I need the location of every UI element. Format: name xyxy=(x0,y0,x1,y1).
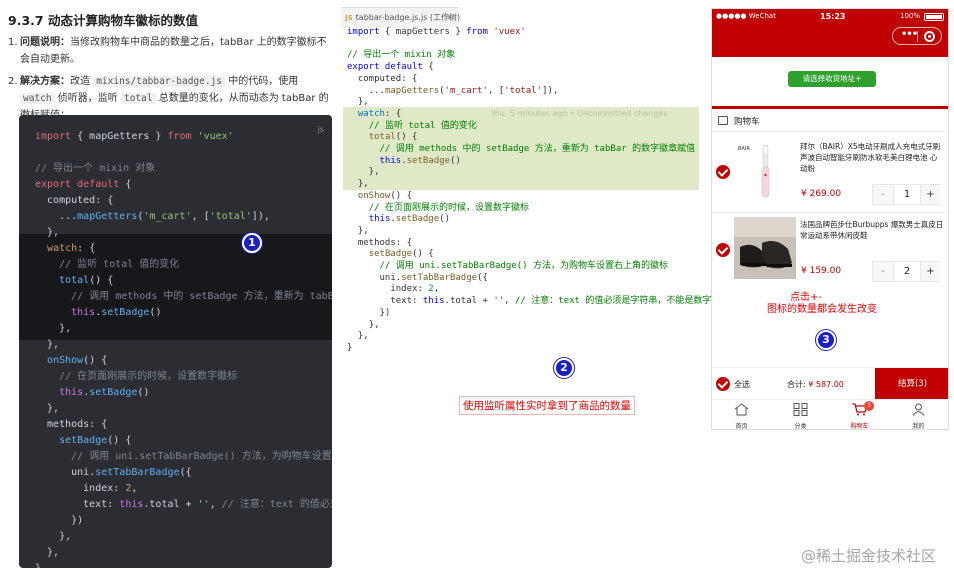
toothbrush-image: BAIR xyxy=(734,139,796,201)
decrease-button[interactable]: - xyxy=(873,262,893,281)
status-carrier: ●●●●● WeChat xyxy=(716,12,776,20)
phone-preview: ●●●●● WeChat 15:23 100% ••• 请选择收货地址+ 购物车… xyxy=(711,8,949,430)
tab-cart[interactable]: 3 购物车 xyxy=(830,400,889,430)
status-battery-text: 100% xyxy=(899,12,920,20)
tab-home[interactable]: 首页 xyxy=(712,400,771,430)
tab-label: 购物车 xyxy=(850,423,869,430)
item-name[interactable]: 拜尔（BAIR）X5电动牙刷成人充电式牙刷声波自动智能牙刷防水软毛美白锂电池 心… xyxy=(800,141,944,174)
select-all-checkbox[interactable] xyxy=(716,377,730,391)
list-number: 2. xyxy=(8,76,18,87)
js-file-icon: JS xyxy=(345,14,353,22)
item-checkbox[interactable] xyxy=(716,243,730,257)
tab-label: 首页 xyxy=(735,423,748,430)
settle-bar: 全选 合计: ¥ 587.00 结算(3) xyxy=(712,367,948,400)
doc-code-block: js import { mapGetters } from 'vuex' // … xyxy=(19,115,332,568)
select-address-button[interactable]: 请选择收货地址+ xyxy=(788,71,876,87)
item-name[interactable]: 法国品牌芭步仕Burbupps 爆款男士真皮日常运动系带休闲皮鞋 xyxy=(800,219,944,241)
editor-tab[interactable]: JS tabbar-badge.js.js (工作树) ✕ xyxy=(341,7,461,28)
annotation-note-watch: 使用监听属性实时拿到了商品的数量 xyxy=(459,396,635,415)
address-divider xyxy=(712,106,948,109)
decrease-button[interactable]: - xyxy=(873,185,893,204)
shop-icon xyxy=(718,116,728,125)
quantity-stepper: - 1 + xyxy=(872,184,940,205)
watermark: @稀土掘金技术社区 xyxy=(800,547,936,565)
quantity-stepper: - 2 + xyxy=(872,261,940,282)
editor-code-text: import { mapGetters } from 'vuex' // 导出一… xyxy=(347,27,712,353)
step-marker-2: 2 xyxy=(554,358,574,378)
code-editor: JS tabbar-badge.js.js (工作树) ✕ You, 5 minu… xyxy=(341,0,711,584)
more-icon[interactable]: ••• xyxy=(901,29,918,40)
cart-badge: 3 xyxy=(864,401,874,411)
tab-label: 分类 xyxy=(794,423,807,430)
increase-button[interactable]: + xyxy=(921,185,940,204)
quantity-value[interactable]: 2 xyxy=(893,262,921,281)
editor-tab-label: tabbar-badge.js.js (工作树) xyxy=(355,13,461,22)
cart-title: 购物车 xyxy=(734,117,760,127)
problem-description: 1. 问题说明：当修改购物车中商品的数量之后，tabBar 上的数字徽标不会自动… xyxy=(8,34,333,68)
solution-text: 改造 xyxy=(70,76,94,87)
tab-bar: 首页 分类 3 购物车 我的 xyxy=(712,399,948,430)
annotation-note-badge-change: 图标的数量都会发生改变 xyxy=(767,304,877,315)
tab-category[interactable]: 分类 xyxy=(771,400,830,430)
inline-code: total xyxy=(120,93,156,104)
category-icon xyxy=(793,403,808,416)
checkout-button[interactable]: 结算(3) xyxy=(875,368,948,400)
total-label: 合计: xyxy=(787,380,806,389)
svg-text:BAIR: BAIR xyxy=(738,146,750,152)
item-price: ¥ 159.00 xyxy=(801,266,842,276)
solution-text: 侦听器，监听 xyxy=(54,93,121,104)
close-mini-program-icon[interactable] xyxy=(924,31,935,42)
tab-my[interactable]: 我的 xyxy=(889,400,948,430)
inline-code: mixins/tabbar-badge.js xyxy=(93,76,226,87)
doc-section-title: 9.3.7 动态计算购物车徽标的数值 xyxy=(8,13,198,28)
user-icon xyxy=(912,403,925,416)
home-icon xyxy=(734,403,749,416)
total-amount: ¥ 587.00 xyxy=(808,380,844,389)
cart-item: BAIR 拜尔（BAIR）X5电动牙刷成人充电式牙刷声波自动智能牙刷防水软毛美白… xyxy=(712,135,948,211)
cart-item: 法国品牌芭步仕Burbupps 爆款男士真皮日常运动系带休闲皮鞋 ¥ 159.0… xyxy=(712,212,948,288)
total-price: 合计: ¥ 587.00 xyxy=(787,379,844,390)
status-time: 15:23 xyxy=(820,12,846,21)
cart-header: 购物车 xyxy=(712,110,948,132)
quantity-value[interactable]: 1 xyxy=(893,185,921,204)
item-price: ¥ 269.00 xyxy=(801,189,842,199)
item-checkbox[interactable] xyxy=(716,165,730,179)
select-all-label[interactable]: 全选 xyxy=(734,379,750,390)
step-marker-3: 3 xyxy=(816,330,836,350)
problem-label: 问题说明： xyxy=(20,37,70,48)
solution-label: 解决方案： xyxy=(20,76,70,87)
capsule-divider xyxy=(917,31,918,42)
close-icon[interactable]: ✕ xyxy=(446,8,453,28)
battery-icon xyxy=(924,13,944,21)
inline-code: watch xyxy=(20,93,55,104)
code-text: import { mapGetters } from 'vuex' // 导出一… xyxy=(35,131,332,568)
step-marker-1: 1 xyxy=(242,233,262,253)
shoes-image xyxy=(734,217,796,279)
mini-program-capsule[interactable]: ••• xyxy=(892,27,942,45)
increase-button[interactable]: + xyxy=(921,262,940,281)
doc-panel: 9.3.7 动态计算购物车徽标的数值 1. 问题说明：当修改购物车中商品的数量之… xyxy=(0,0,340,584)
solution-text: 中的代码，使用 xyxy=(225,76,299,87)
list-number: 1. xyxy=(8,37,18,48)
tab-label: 我的 xyxy=(912,423,925,430)
phone-header: ●●●●● WeChat 15:23 100% ••• xyxy=(712,9,948,57)
